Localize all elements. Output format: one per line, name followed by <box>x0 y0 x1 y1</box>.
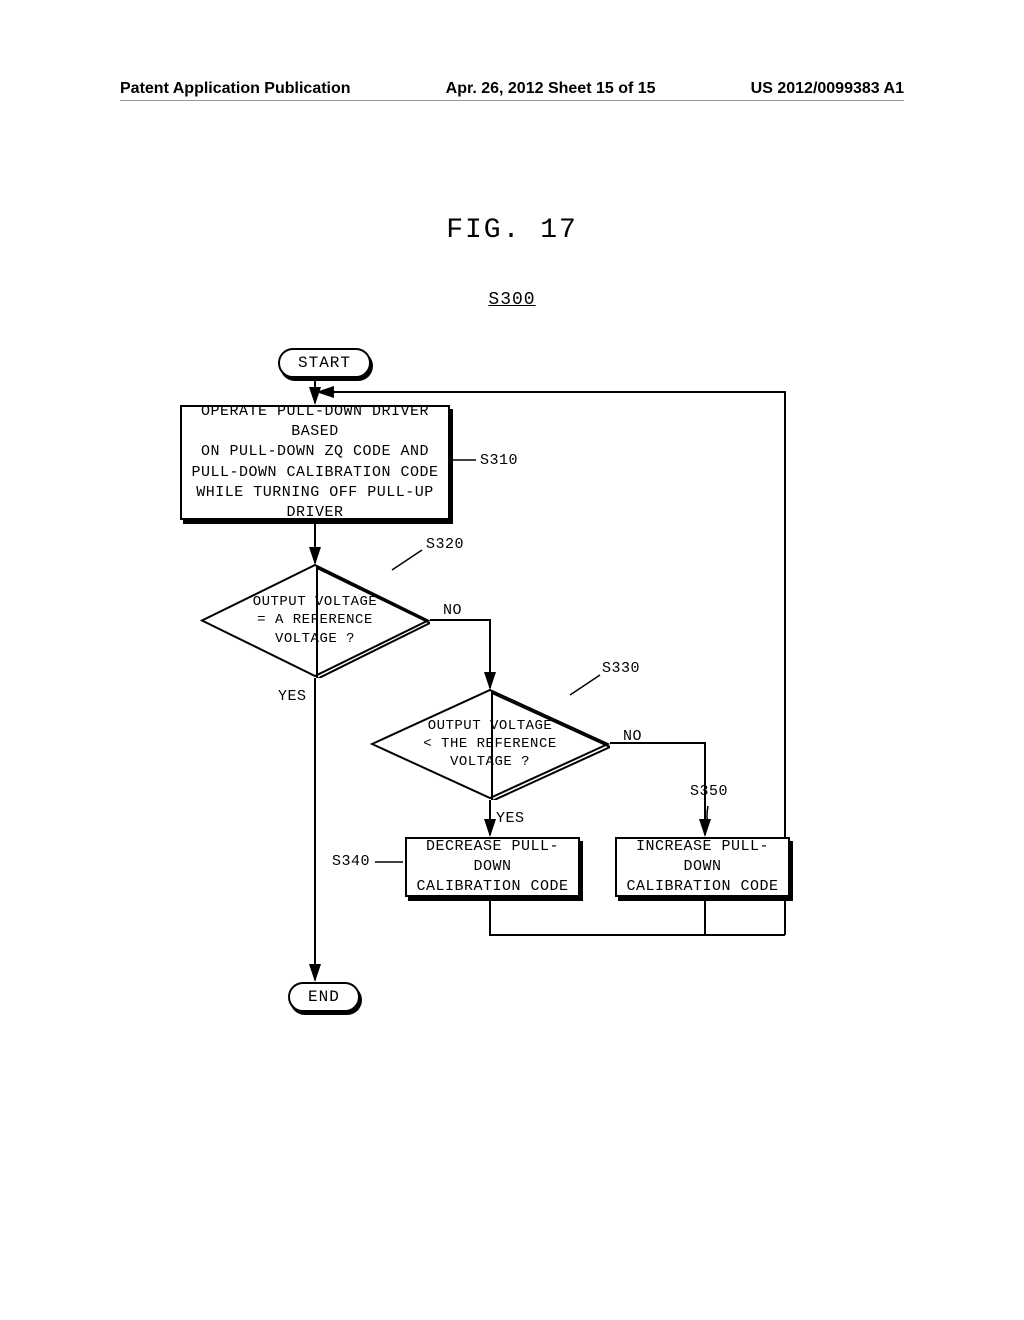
s340-ref: S340 <box>332 853 370 870</box>
decision-s320: OUTPUT VOLTAGE = A REFERENCE VOLTAGE ? <box>200 563 430 678</box>
s310-line3: PULL-DOWN CALIBRATION CODE <box>191 464 438 481</box>
start-terminator: START <box>278 348 371 378</box>
s330-no: NO <box>623 728 642 745</box>
step-s310: OPERATE PULL-DOWN DRIVER BASED ON PULL-D… <box>180 405 450 520</box>
s310-line2: ON PULL-DOWN ZQ CODE AND <box>201 443 429 460</box>
s320-no: NO <box>443 602 462 619</box>
page-header: Patent Application Publication Apr. 26, … <box>120 80 904 101</box>
s350-line1: INCREASE PULL-DOWN <box>636 838 769 875</box>
s330-line2: < THE REFERENCE <box>423 736 557 752</box>
s320-yes: YES <box>278 688 307 705</box>
s310-ref: S310 <box>480 452 518 469</box>
s350-line2: CALIBRATION CODE <box>626 878 778 895</box>
figure-title: FIG. 17 <box>0 215 1024 246</box>
decision-s330: OUTPUT VOLTAGE < THE REFERENCE VOLTAGE ? <box>370 688 610 800</box>
start-label: START <box>298 354 351 372</box>
s310-line4: WHILE TURNING OFF PULL-UP <box>196 484 434 501</box>
s340-line2: CALIBRATION CODE <box>416 878 568 895</box>
s320-line3: VOLTAGE ? <box>275 631 355 647</box>
s330-ref: S330 <box>602 660 640 677</box>
end-label: END <box>308 988 340 1006</box>
flowchart: START OPERATE PULL-DOWN DRIVER BASED ON … <box>160 340 880 1020</box>
figure-id: S300 <box>0 290 1024 310</box>
s350-ref: S350 <box>690 783 728 800</box>
s330-yes: YES <box>496 810 525 827</box>
s340-line1: DECREASE PULL-DOWN <box>426 838 559 875</box>
header-center: Apr. 26, 2012 Sheet 15 of 15 <box>446 80 656 98</box>
step-s340: DECREASE PULL-DOWN CALIBRATION CODE <box>405 837 580 897</box>
s310-line1: OPERATE PULL-DOWN DRIVER BASED <box>201 403 429 440</box>
end-terminator: END <box>288 982 360 1012</box>
header-left: Patent Application Publication <box>120 80 351 98</box>
s310-line5: DRIVER <box>286 504 343 521</box>
s320-line1: OUTPUT VOLTAGE <box>253 594 378 610</box>
s320-line2: = A REFERENCE <box>257 612 373 628</box>
s320-ref: S320 <box>426 536 464 553</box>
step-s350: INCREASE PULL-DOWN CALIBRATION CODE <box>615 837 790 897</box>
header-right: US 2012/0099383 A1 <box>751 80 904 98</box>
s330-line3: VOLTAGE ? <box>450 754 530 770</box>
s330-line1: OUTPUT VOLTAGE <box>428 718 553 734</box>
